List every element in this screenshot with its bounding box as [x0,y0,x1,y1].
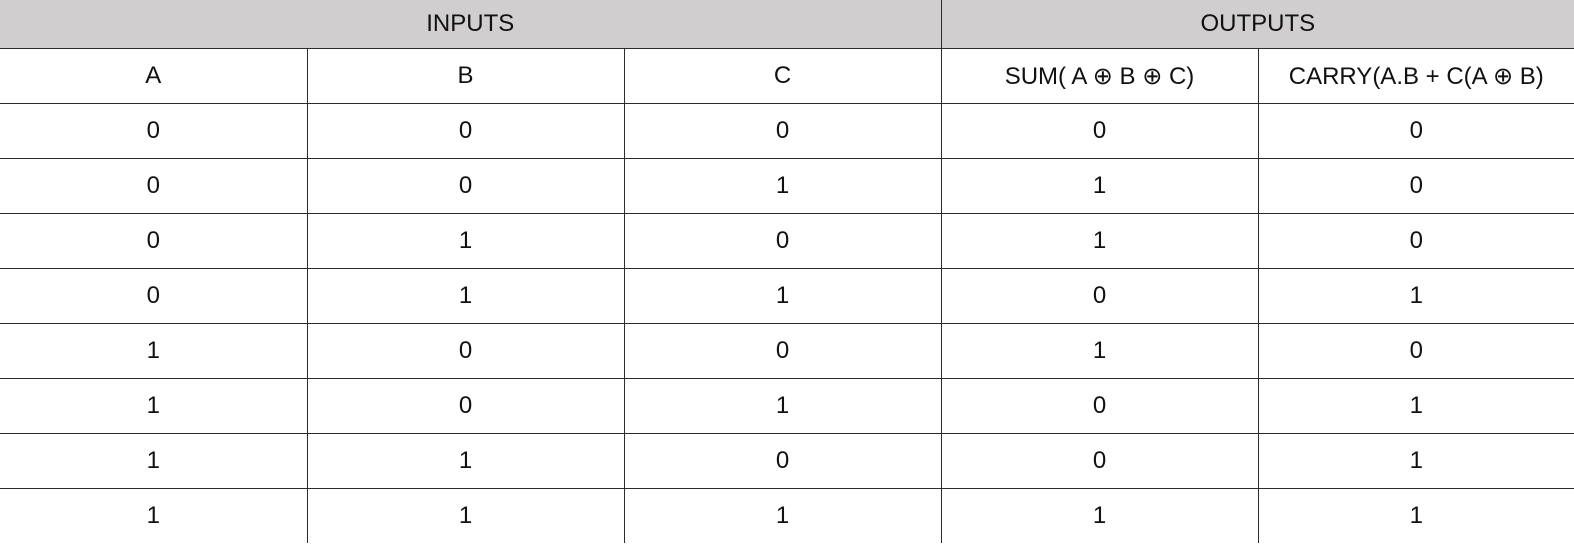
cell-b: 1 [306,213,625,269]
cell-a: 1 [0,323,308,379]
cell-a: 0 [0,158,308,214]
cell-b: 0 [306,378,625,434]
table-row: 0 1 0 1 0 [0,213,1574,269]
cell-c: 1 [623,158,942,214]
column-header-b: B [306,48,625,104]
cell-c: 1 [623,378,942,434]
table-row: 0 0 0 0 0 [0,103,1574,159]
table-row: 1 1 1 1 1 [0,488,1574,543]
column-header-carry: CARRY(A.B + C(A ⊕ B) [1257,48,1574,104]
cell-c: 1 [623,488,942,543]
cell-sum: 1 [940,213,1259,269]
cell-sum: 0 [940,378,1259,434]
cell-sum: 1 [940,488,1259,543]
table-row: 0 0 1 1 0 [0,158,1574,214]
cell-c: 0 [623,433,942,489]
cell-b: 1 [306,488,625,543]
cell-carry: 0 [1257,158,1574,214]
table-row: 1 1 0 0 1 [0,433,1574,489]
cell-c: 0 [623,323,942,379]
table-row: 1 0 1 0 1 [0,378,1574,434]
cell-b: 0 [306,323,625,379]
cell-b: 1 [306,268,625,324]
cell-a: 1 [0,378,308,434]
column-header-sum: SUM( A ⊕ B ⊕ C) [940,48,1259,104]
cell-sum: 1 [940,158,1259,214]
cell-carry: 1 [1257,488,1574,543]
cell-carry: 0 [1257,323,1574,379]
truth-table: INPUTS OUTPUTS A B C SUM( A ⊕ B ⊕ C) CAR… [0,0,1574,543]
cell-sum: 0 [940,268,1259,324]
table-row: 0 1 1 0 1 [0,268,1574,324]
column-header-a: A [0,48,308,104]
cell-a: 1 [0,488,308,543]
cell-carry: 0 [1257,213,1574,269]
cell-b: 1 [306,433,625,489]
cell-sum: 1 [940,323,1259,379]
cell-carry: 1 [1257,378,1574,434]
inputs-group-header: INPUTS [0,0,942,49]
cell-a: 0 [0,213,308,269]
group-header-row: INPUTS OUTPUTS [0,0,1574,49]
cell-b: 0 [306,158,625,214]
cell-a: 0 [0,103,308,159]
cell-sum: 0 [940,103,1259,159]
cell-c: 0 [623,213,942,269]
cell-carry: 1 [1257,268,1574,324]
cell-a: 1 [0,433,308,489]
cell-c: 0 [623,103,942,159]
cell-b: 0 [306,103,625,159]
cell-a: 0 [0,268,308,324]
cell-carry: 1 [1257,433,1574,489]
cell-sum: 0 [940,433,1259,489]
table-row: 1 0 0 1 0 [0,323,1574,379]
cell-carry: 0 [1257,103,1574,159]
column-header-row: A B C SUM( A ⊕ B ⊕ C) CARRY(A.B + C(A ⊕ … [0,48,1574,104]
outputs-group-header: OUTPUTS [940,0,1574,49]
cell-c: 1 [623,268,942,324]
column-header-c: C [623,48,942,104]
